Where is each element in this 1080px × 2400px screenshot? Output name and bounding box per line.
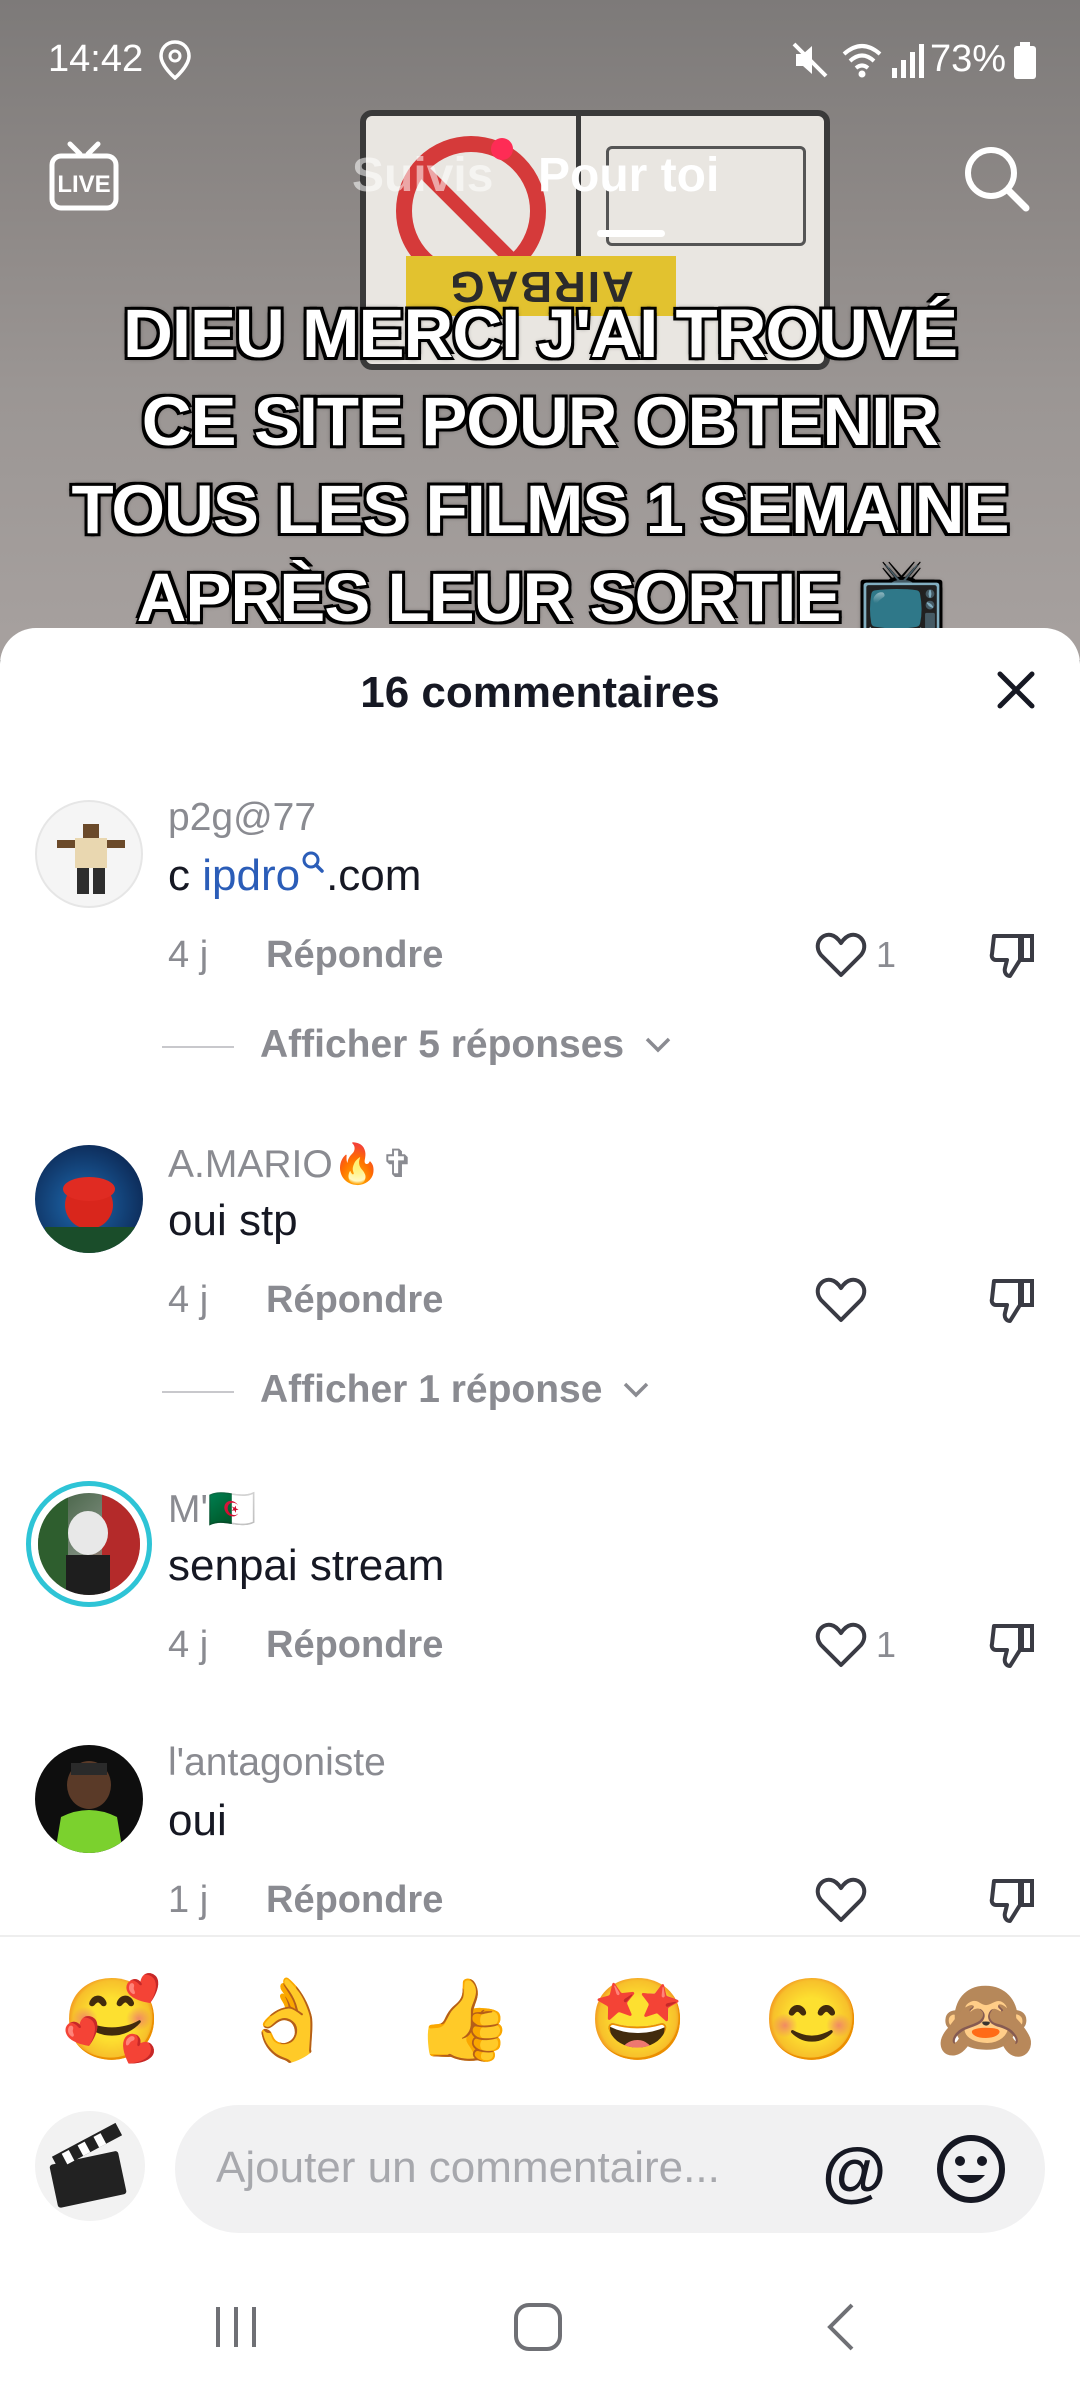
avatar[interactable] <box>35 1745 143 1853</box>
home-icon[interactable] <box>508 2297 568 2357</box>
comment-time: 1 j <box>168 1879 209 1921</box>
clapperboard-icon <box>49 2122 127 2208</box>
dislike-icon[interactable] <box>988 1275 1038 1325</box>
view-replies-label: Afficher 5 réponses <box>260 1023 625 1066</box>
replies-divider <box>162 1045 234 1048</box>
recents-icon[interactable] <box>206 2297 266 2357</box>
mention-button[interactable]: @ <box>822 2133 886 2209</box>
comments-count-title: 16 commentaires <box>360 668 720 717</box>
comment-text: oui stp <box>168 1196 298 1245</box>
android-nav-bar <box>0 2275 1080 2400</box>
like-icon[interactable] <box>815 1621 867 1669</box>
close-icon[interactable] <box>988 662 1044 718</box>
signal-icon <box>892 44 924 78</box>
active-tab-indicator <box>597 230 665 237</box>
reply-button[interactable]: Répondre <box>266 1879 443 1922</box>
caption-line: CE SITE POUR OBTENIR <box>141 383 940 460</box>
comment-username[interactable]: p2g@77 <box>168 796 316 840</box>
comment-username[interactable]: A.MARIO🔥✞ <box>168 1141 414 1187</box>
notification-dot <box>491 138 513 160</box>
comment-text: c ipdro .com <box>168 851 421 901</box>
comment-username[interactable]: M'🇩🇿 <box>168 1486 257 1532</box>
live-label: LIVE <box>57 171 110 198</box>
search-link[interactable]: ipdro <box>202 851 300 900</box>
search-link-icon[interactable] <box>300 849 326 879</box>
view-replies-button[interactable]: Afficher 1 réponse <box>162 1368 651 1412</box>
dislike-icon[interactable] <box>988 1620 1038 1670</box>
tab-following[interactable]: Suivis <box>352 148 493 203</box>
like-icon[interactable] <box>815 1876 867 1924</box>
dislike-icon[interactable] <box>988 1875 1038 1925</box>
comment-input-placeholder: Ajouter un commentaire... <box>216 2143 720 2192</box>
emoji-button[interactable]: 👍 <box>414 1975 514 2065</box>
comment-text: senpai stream <box>168 1541 445 1590</box>
back-icon[interactable] <box>812 2297 872 2357</box>
emoji-button[interactable]: 🙈 <box>936 1975 1036 2065</box>
reply-button[interactable]: Répondre <box>266 1279 443 1322</box>
avatar[interactable] <box>35 1145 143 1253</box>
replies-divider <box>162 1390 234 1393</box>
emoji-button[interactable]: 🤩 <box>588 1975 688 2065</box>
view-replies-label: Afficher 1 réponse <box>260 1368 603 1411</box>
like-icon[interactable] <box>815 931 867 979</box>
comment-text: oui <box>168 1796 227 1845</box>
caption-line: DIEU MERCI J'AI TROUVÉ <box>123 295 958 372</box>
mute-icon <box>792 42 828 78</box>
comment-time: 4 j <box>168 1279 209 1321</box>
view-replies-button[interactable]: Afficher 5 réponses <box>162 1023 673 1067</box>
comment-username[interactable]: l'antagoniste <box>168 1741 386 1785</box>
search-icon[interactable] <box>960 142 1032 214</box>
caption-line: TOUS LES FILMS 1 SEMAINE <box>71 471 1009 548</box>
emoji-button[interactable]: 🥰 <box>62 1975 162 2065</box>
reply-button[interactable]: Répondre <box>266 1624 443 1667</box>
dislike-icon[interactable] <box>988 930 1038 980</box>
comment-time: 4 j <box>168 934 209 976</box>
status-bar: 14:42 73% <box>0 0 1080 120</box>
chevron-down-icon <box>645 1037 671 1053</box>
avatar[interactable] <box>35 800 143 908</box>
battery-icon <box>1014 42 1036 79</box>
emoji-picker-icon[interactable] <box>935 2133 1007 2205</box>
location-icon <box>159 40 191 80</box>
like-count: 1 <box>876 1624 897 1665</box>
emoji-button[interactable]: 👌 <box>238 1975 338 2065</box>
status-time: 14:42 <box>48 38 144 80</box>
my-avatar[interactable] <box>35 2111 145 2221</box>
comment-text-prefix: c <box>168 851 203 900</box>
like-count: 1 <box>876 934 897 975</box>
wifi-icon <box>842 44 882 78</box>
video-caption: DIEU MERCI J'AI TROUVÉ CE SITE POUR OBTE… <box>0 290 1080 642</box>
quick-emoji-bar: 🥰 👌 👍 🤩 😊 🙈 <box>0 1935 1080 2075</box>
chevron-down-icon <box>624 1382 649 1398</box>
tab-for-you[interactable]: Pour toi <box>538 148 719 203</box>
emoji-button[interactable]: 😊 <box>762 1975 862 2065</box>
comment-time: 4 j <box>168 1624 209 1666</box>
battery-percent: 73% <box>930 38 1007 80</box>
live-icon[interactable]: LIVE <box>48 140 120 212</box>
comment-input-bar: Ajouter un commentaire... @ <box>0 2075 1080 2275</box>
reply-button[interactable]: Répondre <box>266 934 443 977</box>
like-icon[interactable] <box>815 1276 867 1324</box>
avatar[interactable] <box>38 1493 140 1595</box>
comment-text-suffix: .com <box>326 851 422 900</box>
